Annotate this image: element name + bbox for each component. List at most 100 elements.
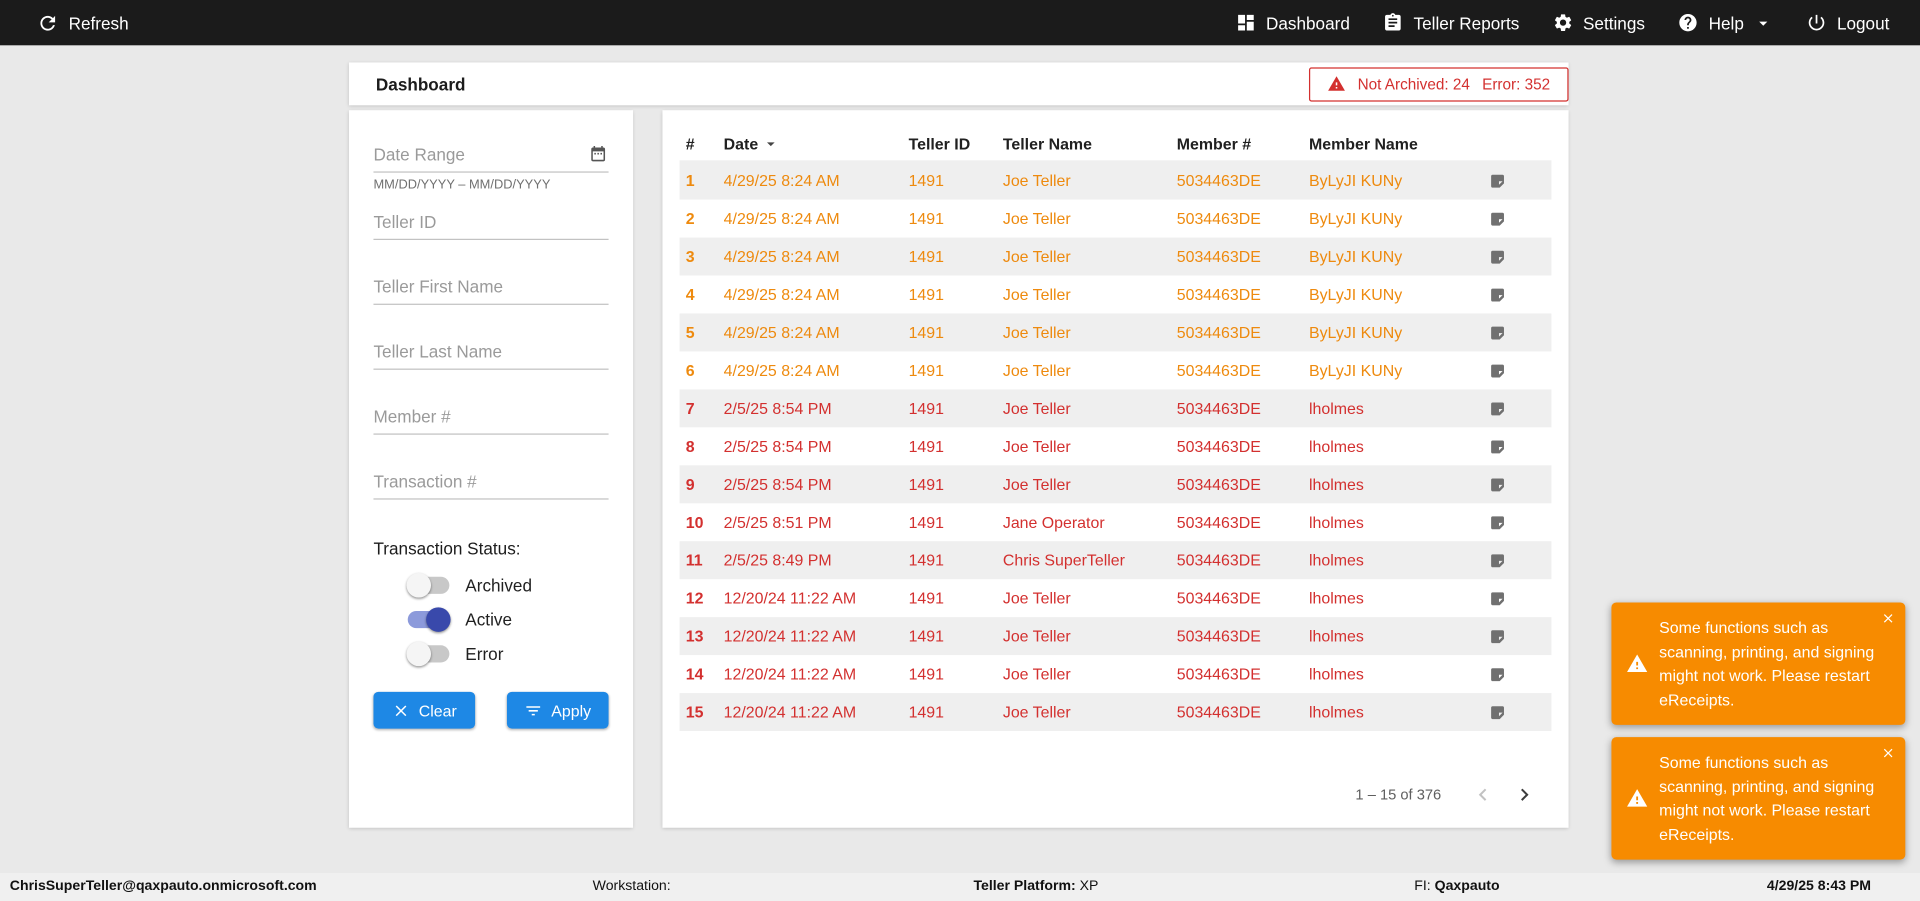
close-icon bbox=[1881, 746, 1896, 761]
row-date: 4/29/25 8:24 AM bbox=[723, 361, 840, 380]
note-icon[interactable] bbox=[1489, 400, 1506, 417]
table-row[interactable]: 1 4/29/25 8:24 AM 1491 Joe Teller 503446… bbox=[679, 161, 1552, 200]
note-icon[interactable] bbox=[1489, 172, 1506, 189]
help-icon bbox=[1678, 12, 1699, 33]
row-date: 12/20/24 11:22 AM bbox=[723, 626, 857, 646]
app-window: Refresh Dashboard Teller Reports Setting… bbox=[0, 0, 1920, 901]
date-range-input[interactable] bbox=[373, 135, 609, 173]
nav-help[interactable]: Help bbox=[1678, 12, 1773, 33]
logged-in-user: ChrisSuperTeller@qaxpauto.onmicrosoft.co… bbox=[9, 879, 317, 894]
toggle-error[interactable]: Error bbox=[373, 637, 608, 671]
row-member-name: lholmes bbox=[1308, 513, 1364, 532]
note-icon[interactable] bbox=[1489, 666, 1506, 683]
transaction-number-input[interactable] bbox=[373, 462, 609, 500]
header-num[interactable]: # bbox=[680, 134, 724, 152]
row-member-number: 5034463DE bbox=[1176, 513, 1261, 532]
row-number: 7 bbox=[685, 399, 695, 418]
table-row[interactable]: 10 2/5/25 8:51 PM 1491 Jane Operator 503… bbox=[680, 503, 1552, 541]
table-row[interactable]: 9 2/5/25 8:54 PM 1491 Joe Teller 5034463… bbox=[679, 465, 1552, 504]
note-icon[interactable] bbox=[1489, 514, 1506, 531]
note-icon[interactable] bbox=[1489, 628, 1506, 645]
note-icon[interactable] bbox=[1489, 476, 1506, 493]
teller-last-name-input[interactable] bbox=[373, 333, 609, 370]
active-switch[interactable] bbox=[407, 607, 451, 632]
chevron-left-icon bbox=[1471, 782, 1495, 806]
nav-logout[interactable]: Logout bbox=[1806, 12, 1889, 33]
header-teller-name[interactable]: Teller Name bbox=[1003, 134, 1177, 152]
note-icon[interactable] bbox=[1489, 552, 1506, 569]
nav-dashboard[interactable]: Dashboard bbox=[1235, 12, 1350, 33]
note-icon[interactable] bbox=[1489, 248, 1506, 265]
row-number: 2 bbox=[685, 209, 695, 228]
row-teller-id: 1491 bbox=[908, 702, 944, 722]
table-row[interactable]: 11 2/5/25 8:49 PM 1491 Chris SuperTeller… bbox=[679, 541, 1552, 580]
nav-teller-reports[interactable]: Teller Reports bbox=[1383, 12, 1519, 33]
pagination-range: 1 – 15 of 376 bbox=[1355, 786, 1442, 804]
nav-settings[interactable]: Settings bbox=[1552, 12, 1645, 33]
date-range-field: MM/DD/YYYY – MM/DD/YYYY bbox=[373, 135, 609, 192]
row-member-name: ByLyJI KUNy bbox=[1308, 285, 1403, 304]
header-teller-id[interactable]: Teller ID bbox=[909, 134, 1003, 152]
table-row[interactable]: 5 4/29/25 8:24 AM 1491 Joe Teller 503446… bbox=[679, 313, 1552, 352]
note-icon[interactable] bbox=[1489, 324, 1506, 341]
error-switch[interactable] bbox=[406, 641, 450, 667]
row-date: 2/5/25 8:54 PM bbox=[723, 437, 832, 456]
note-icon[interactable] bbox=[1489, 362, 1506, 379]
row-teller-name: Joe Teller bbox=[1002, 702, 1071, 722]
toast-notification: Some functions such as scanning, printin… bbox=[1611, 602, 1906, 725]
note-icon[interactable] bbox=[1489, 590, 1506, 607]
row-teller-id: 1491 bbox=[908, 171, 944, 190]
teller-id-input[interactable] bbox=[373, 203, 609, 241]
note-icon[interactable] bbox=[1489, 703, 1506, 720]
row-teller-name: Joe Teller bbox=[1002, 285, 1071, 304]
header-member-number[interactable]: Member # bbox=[1177, 134, 1309, 152]
table-row[interactable]: 6 4/29/25 8:24 AM 1491 Joe Teller 503446… bbox=[680, 351, 1552, 389]
row-member-number: 5034463DE bbox=[1176, 209, 1261, 228]
row-teller-id: 1491 bbox=[908, 551, 944, 570]
warning-icon bbox=[1327, 75, 1345, 93]
header-member-name[interactable]: Member Name bbox=[1309, 134, 1489, 152]
archived-switch[interactable] bbox=[406, 573, 450, 598]
row-member-number: 5034463DE bbox=[1176, 551, 1261, 570]
toast-notification: Some functions such as scanning, printin… bbox=[1611, 737, 1906, 860]
note-icon[interactable] bbox=[1489, 286, 1506, 303]
table-row[interactable]: 2 4/29/25 8:24 AM 1491 Joe Teller 503446… bbox=[680, 200, 1552, 238]
toggle-active[interactable]: Active bbox=[373, 602, 608, 636]
top-nav: Refresh Dashboard Teller Reports Setting… bbox=[0, 0, 1920, 46]
clear-button[interactable]: Clear bbox=[373, 691, 476, 729]
prev-page-button[interactable] bbox=[1468, 780, 1497, 809]
toggle-archived[interactable]: Archived bbox=[373, 568, 608, 602]
table-row[interactable]: 15 12/20/24 11:22 AM 1491 Joe Teller 503… bbox=[679, 693, 1552, 732]
pagination: 1 – 15 of 376 bbox=[680, 780, 1552, 809]
calendar-icon[interactable] bbox=[589, 144, 607, 162]
row-teller-name: Jane Operator bbox=[1002, 513, 1105, 532]
note-icon[interactable] bbox=[1489, 438, 1506, 455]
table-row[interactable]: 7 2/5/25 8:54 PM 1491 Joe Teller 5034463… bbox=[679, 389, 1552, 428]
row-date: 4/29/25 8:24 AM bbox=[723, 171, 840, 190]
table-row[interactable]: 4 4/29/25 8:24 AM 1491 Joe Teller 503446… bbox=[680, 276, 1552, 314]
next-page-button[interactable] bbox=[1510, 780, 1539, 809]
member-number-input[interactable] bbox=[373, 397, 609, 435]
table-row[interactable]: 8 2/5/25 8:54 PM 1491 Joe Teller 5034463… bbox=[680, 427, 1552, 465]
row-number: 6 bbox=[685, 361, 695, 380]
toggle-archived-label: Archived bbox=[465, 575, 533, 596]
refresh-button[interactable]: Refresh bbox=[37, 12, 129, 34]
toggle-error-label: Error bbox=[465, 644, 504, 664]
table-row[interactable]: 3 4/29/25 8:24 AM 1491 Joe Teller 503446… bbox=[679, 237, 1552, 276]
apply-button[interactable]: Apply bbox=[506, 691, 609, 729]
status-alert-badge[interactable]: Not Archived: 24 Error: 352 bbox=[1308, 66, 1569, 102]
transaction-status-label: Transaction Status: bbox=[373, 538, 521, 559]
table-row[interactable]: 12 12/20/24 11:22 AM 1491 Joe Teller 503… bbox=[680, 579, 1552, 617]
header-date[interactable]: Date bbox=[724, 134, 909, 152]
table-row[interactable]: 13 12/20/24 11:22 AM 1491 Joe Teller 503… bbox=[679, 617, 1552, 656]
error-count: Error: 352 bbox=[1482, 75, 1551, 93]
table-row[interactable]: 14 12/20/24 11:22 AM 1491 Joe Teller 503… bbox=[680, 655, 1552, 693]
note-icon[interactable] bbox=[1489, 210, 1506, 227]
toast-close-button[interactable] bbox=[1881, 746, 1896, 761]
row-teller-name: Joe Teller bbox=[1002, 247, 1071, 266]
row-teller-name: Joe Teller bbox=[1002, 209, 1071, 228]
row-number: 4 bbox=[685, 285, 695, 304]
teller-first-name-input[interactable] bbox=[373, 268, 609, 305]
row-member-number: 5034463DE bbox=[1176, 588, 1261, 608]
toast-close-button[interactable] bbox=[1881, 611, 1896, 626]
